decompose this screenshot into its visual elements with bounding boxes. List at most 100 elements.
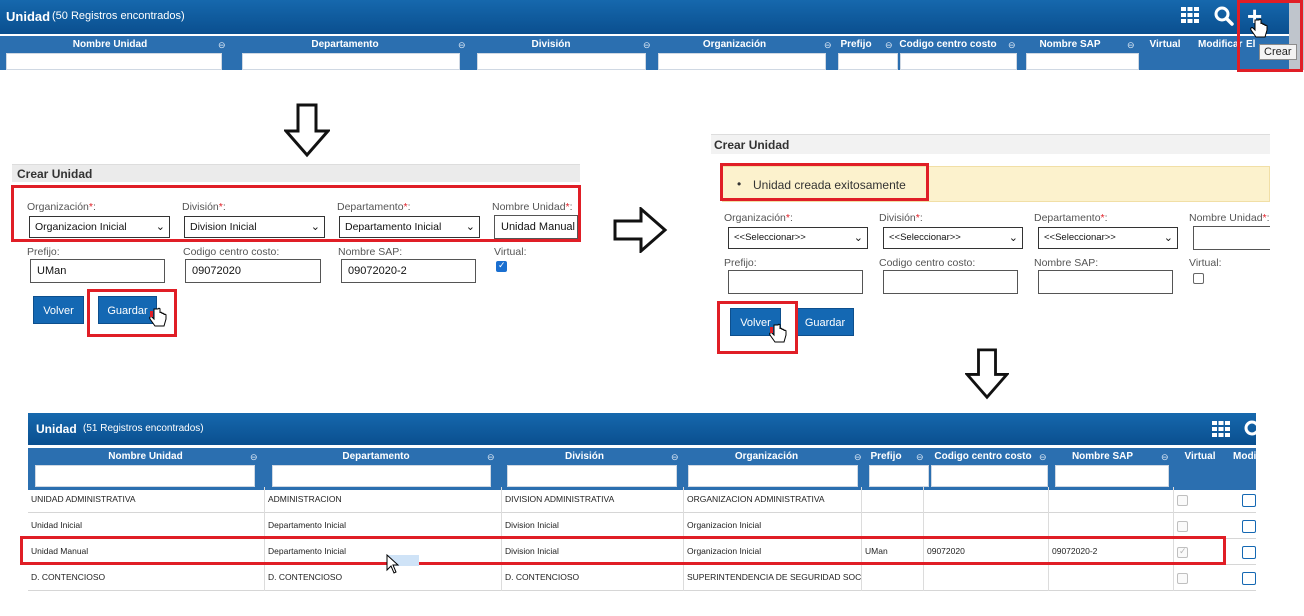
form2-departamento-select[interactable]: <<Seleccionar>> ⌄ — [1038, 227, 1178, 249]
form1-prefijo-input[interactable]: UMan — [30, 259, 165, 283]
filter-organizacion[interactable] — [658, 53, 826, 70]
col-nombre-unidad[interactable]: Nombre Unidad — [0, 36, 220, 54]
form2-title: Crear Unidad — [714, 138, 790, 152]
col-departamento[interactable]: Departamento — [240, 36, 450, 54]
sort-icon[interactable]: ⊖ — [218, 36, 226, 54]
col-prefijo[interactable]: Prefijo — [836, 36, 876, 54]
filter-departamento[interactable] — [272, 465, 491, 487]
cell-departamento: D. CONTENCIOSO — [265, 565, 502, 591]
virtual-checkbox — [1177, 495, 1188, 506]
filter-nombre-unidad[interactable] — [35, 465, 255, 487]
sort-icon[interactable]: ⊖ — [1161, 450, 1169, 464]
search-icon[interactable] — [1214, 6, 1234, 26]
cell-nombre: D. CONTENCIOSO — [28, 565, 265, 591]
top-grid-title: Unidad — [6, 9, 51, 24]
highlight-crear — [1237, 0, 1303, 72]
sort-icon[interactable]: ⊖ — [1039, 450, 1047, 464]
filter-codigo[interactable] — [931, 465, 1048, 487]
form2-nombre-unidad-input[interactable] — [1193, 226, 1270, 250]
sort-icon[interactable]: ⊖ — [824, 36, 832, 54]
highlight-required-fields — [11, 185, 581, 242]
col-prefijo[interactable]: Prefijo — [866, 450, 906, 464]
col-nombre-sap[interactable]: Nombre SAP — [1050, 450, 1155, 464]
form1-virtual-checkbox[interactable] — [496, 260, 507, 272]
col-modificar[interactable]: Modi — [1233, 450, 1256, 464]
col-departamento[interactable]: Departamento — [266, 450, 486, 464]
sort-icon[interactable]: ⊖ — [458, 36, 466, 54]
col-organizacion[interactable]: Organización — [684, 450, 849, 464]
filter-prefijo[interactable] — [869, 465, 929, 487]
sort-icon[interactable]: ⊖ — [854, 450, 862, 464]
sort-icon[interactable]: ⊖ — [487, 450, 495, 464]
cell-codigo — [924, 565, 1049, 591]
col-codigo[interactable]: Codigo centro costo — [928, 450, 1038, 464]
form1-nombre-sap-input[interactable]: 09072020-2 — [341, 259, 476, 283]
col-division[interactable]: División — [476, 36, 626, 54]
grid-icon[interactable] — [1212, 421, 1230, 437]
col-modificar[interactable]: Modificar — [1198, 36, 1242, 54]
cell-nombre: UNIDAD ADMINISTRATIVA — [28, 487, 265, 513]
form1-title: Crear Unidad — [17, 167, 93, 181]
chevron-down-icon: ⌄ — [1008, 232, 1018, 244]
edit-icon[interactable] — [1242, 572, 1256, 585]
bottom-grid-header: Nombre Unidad ⊖ Departamento ⊖ División … — [28, 448, 1256, 490]
col-virtual[interactable]: Virtual — [1178, 450, 1222, 464]
grid-icon[interactable] — [1181, 7, 1199, 23]
form2-codigo-input[interactable] — [883, 270, 1018, 294]
chevron-down-icon: ⌄ — [1163, 232, 1173, 244]
bottom-grid-title: Unidad — [36, 422, 77, 436]
col-virtual[interactable]: Virtual — [1140, 36, 1190, 54]
cell-codigo — [924, 487, 1049, 513]
form1-volver-button[interactable]: Volver — [33, 296, 84, 324]
form2-virtual-checkbox[interactable] — [1193, 273, 1204, 284]
filter-codigo[interactable] — [900, 53, 1017, 70]
filter-nombre-sap[interactable] — [1026, 53, 1139, 70]
form2-label-departamento: Departamento*: — [1034, 212, 1108, 224]
col-division[interactable]: División — [502, 450, 667, 464]
form2-guardar-button[interactable]: Guardar — [796, 308, 854, 336]
top-grid-header: Nombre Unidad ⊖ Departamento ⊖ División … — [0, 36, 1304, 54]
edit-icon[interactable] — [1242, 494, 1256, 507]
hand-cursor-icon — [149, 307, 167, 327]
sort-icon[interactable]: ⊖ — [1008, 36, 1016, 54]
bottom-grid-count: (51 Registros encontrados) — [83, 423, 204, 434]
form2-organizacion-select[interactable]: <<Seleccionar>> ⌄ — [728, 227, 868, 249]
form1-codigo-input[interactable]: 09072020 — [185, 259, 321, 283]
form2-nombre-sap-input[interactable] — [1038, 270, 1173, 294]
col-organizacion[interactable]: Organización — [657, 36, 812, 54]
chevron-down-icon: ⌄ — [853, 232, 863, 244]
sort-icon[interactable]: ⊖ — [643, 36, 651, 54]
form2-label-prefijo: Prefijo: — [724, 257, 757, 269]
edit-icon[interactable] — [1242, 520, 1256, 533]
filter-nombre-sap[interactable] — [1055, 465, 1169, 487]
filter-organizacion[interactable] — [688, 465, 858, 487]
search-icon[interactable] — [1244, 420, 1256, 440]
col-codigo[interactable]: Codigo centro costo — [898, 36, 998, 54]
col-nombre-unidad[interactable]: Nombre Unidad — [28, 450, 263, 464]
form1-label-nombre-sap: Nombre SAP: — [338, 246, 403, 258]
filter-division[interactable] — [507, 465, 677, 487]
filter-nombre-unidad[interactable] — [6, 53, 222, 70]
sort-icon[interactable]: ⊖ — [1127, 36, 1135, 54]
sort-icon[interactable]: ⊖ — [671, 450, 679, 464]
sort-icon[interactable]: ⊖ — [916, 450, 924, 464]
edit-icon[interactable] — [1242, 546, 1256, 559]
form2-titlebar — [711, 134, 1270, 154]
sort-icon[interactable]: ⊖ — [250, 450, 258, 464]
top-grid: Unidad (50 Registros encontrados) + Nomb… — [0, 0, 1304, 70]
cell-division: D. CONTENCIOSO — [502, 565, 684, 591]
form2-label-nombre-sap: Nombre SAP: — [1034, 257, 1099, 269]
filter-prefijo[interactable] — [838, 53, 898, 70]
arrow-cursor-icon — [386, 554, 400, 574]
cell-prefijo — [862, 487, 924, 513]
form2-division-select[interactable]: <<Seleccionar>> ⌄ — [883, 227, 1023, 249]
form2-label-organizacion: Organización*: — [724, 212, 793, 224]
filter-division[interactable] — [477, 53, 646, 70]
form2-prefijo-input[interactable] — [728, 270, 863, 294]
sort-icon[interactable]: ⊖ — [885, 36, 893, 54]
table-row[interactable]: D. CONTENCIOSO D. CONTENCIOSO D. CONTENC… — [28, 565, 1256, 591]
col-nombre-sap[interactable]: Nombre SAP — [1024, 36, 1116, 54]
filter-departamento[interactable] — [242, 53, 460, 70]
table-row[interactable]: UNIDAD ADMINISTRATIVA ADMINISTRACION DIV… — [28, 487, 1256, 513]
cell-division: DIVISION ADMINISTRATIVA — [502, 487, 684, 513]
